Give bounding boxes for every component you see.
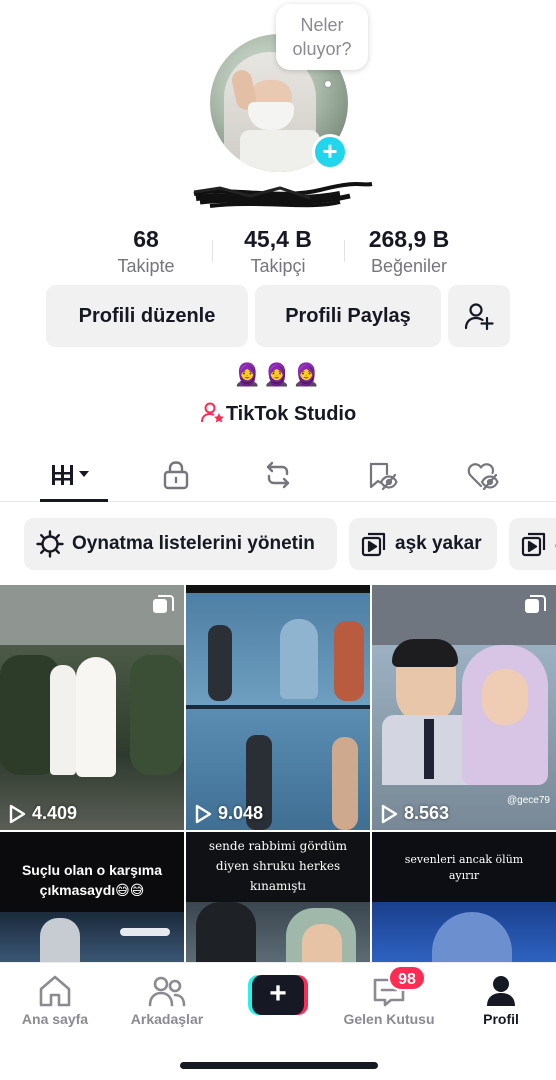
- nav-inbox-label: Gelen Kutusu: [343, 1011, 435, 1027]
- play-icon: [9, 804, 26, 823]
- playlist-label: aşk yakar: [395, 533, 482, 554]
- profile-tabs: [0, 448, 556, 502]
- nav-friends-label: Arkadaşlar: [130, 1011, 204, 1027]
- stat-divider: [344, 240, 345, 262]
- following-count: 68: [133, 226, 159, 252]
- status-bubble[interactable]: Neler oluyor?: [276, 4, 368, 70]
- gear-icon: [36, 530, 64, 558]
- home-icon: [39, 975, 71, 1007]
- playlist-chips: Oynatma listelerini yönetin aşk yakar a: [0, 518, 556, 570]
- bio-text: 🧕🧕🧕: [233, 362, 323, 387]
- view-count: 8.563: [380, 803, 449, 824]
- video-thumbnail[interactable]: 4.409: [0, 585, 184, 830]
- followers-count: 45,4 B: [244, 226, 312, 252]
- tab-liked[interactable]: [448, 454, 518, 496]
- stat-divider: [212, 240, 213, 262]
- view-count: 9.048: [194, 803, 263, 824]
- bookmark-eye-icon: [369, 462, 398, 490]
- create-button[interactable]: +: [248, 975, 308, 1015]
- likes-count: 268,9 B: [368, 226, 450, 252]
- tab-private[interactable]: [141, 454, 211, 496]
- bubble-text-line1: Neler: [300, 15, 344, 35]
- nav-home-label: Ana sayfa: [21, 1011, 89, 1027]
- play-icon: [195, 804, 212, 823]
- inbox-badge: 98: [388, 965, 426, 991]
- bubble-tail: [325, 81, 331, 87]
- nav-profile[interactable]: Profil: [446, 971, 556, 1027]
- likes-stat[interactable]: 268,9 B Beğeniler: [352, 224, 466, 278]
- lock-icon: [163, 461, 189, 490]
- add-friend-button[interactable]: [448, 285, 510, 347]
- multi-clip-icon: [152, 595, 174, 622]
- profile-icon: [487, 976, 515, 1006]
- video-thumbnail[interactable]: 9.048: [186, 585, 370, 830]
- followers-label: Takipçi: [250, 256, 306, 276]
- playlist-chip[interactable]: aşk yakar: [349, 518, 497, 570]
- nav-home[interactable]: Ana sayfa: [0, 971, 110, 1027]
- likes-label: Beğeniler: [370, 256, 448, 276]
- tab-videos[interactable]: [38, 454, 108, 496]
- studio-icon: [200, 402, 226, 432]
- active-tab-indicator: [40, 499, 108, 502]
- add-story-button[interactable]: +: [312, 134, 348, 170]
- tiktok-studio-link[interactable]: TikTok Studio: [0, 400, 556, 432]
- playlist-chip[interactable]: a: [509, 518, 556, 570]
- video-thumbnail[interactable]: sende rabbimi gördüm diyen shruku herkes…: [186, 832, 370, 963]
- manage-playlists-label: Oynatma listelerini yönetin: [72, 533, 315, 554]
- repost-icon: [266, 461, 290, 489]
- bubble-text-line2: oluyor?: [292, 39, 352, 59]
- heart-eye-icon: [467, 463, 499, 490]
- video-thumbnail[interactable]: @gece79 8.563: [372, 585, 556, 830]
- grid-icon: [52, 465, 89, 485]
- play-icon: [381, 804, 398, 823]
- video-thumbnail[interactable]: Suçlu olan o karşıma çıkmasaydı😅😅: [0, 832, 184, 963]
- share-profile-button[interactable]: Profili Paylaş: [255, 285, 441, 347]
- nav-friends[interactable]: Arkadaşlar: [112, 971, 222, 1027]
- playlist-icon: [361, 532, 386, 557]
- tab-favorites[interactable]: [347, 454, 417, 496]
- following-stat[interactable]: 68 Takipte: [96, 224, 196, 278]
- video-thumbnail[interactable]: sevenleri ancak ölüm ayırır: [372, 832, 556, 963]
- video-caption: Suçlu olan o karşıma çıkmasaydı😅😅: [21, 862, 163, 898]
- video-grid: 4.409 9.048 @gece79 8.563 Suçlu olan o k…: [0, 585, 556, 963]
- nav-profile-label: Profil: [483, 1011, 519, 1027]
- video-caption: sende rabbimi gördüm diyen shruku herkes…: [208, 839, 348, 893]
- tab-reposts[interactable]: [243, 454, 313, 496]
- plus-icon: +: [252, 975, 304, 1015]
- following-label: Takipte: [117, 256, 175, 276]
- edit-profile-button[interactable]: Profili düzenle: [46, 285, 248, 347]
- playlist-icon: [521, 532, 546, 557]
- friends-icon: [148, 976, 186, 1007]
- multi-clip-icon: [524, 595, 546, 622]
- video-caption: sevenleri ancak ölüm ayırır: [404, 853, 524, 882]
- studio-label: TikTok Studio: [225, 403, 357, 425]
- profile-stats: 68 Takipte 45,4 B Takipçi 268,9 B Beğeni…: [0, 224, 556, 282]
- view-count: 4.409: [8, 803, 77, 824]
- home-indicator: [180, 1062, 378, 1069]
- watermark: @gece79: [507, 795, 550, 806]
- manage-playlists-chip[interactable]: Oynatma listelerini yönetin: [24, 518, 337, 570]
- redacted-username: [193, 182, 373, 208]
- followers-stat[interactable]: 45,4 B Takipçi: [224, 224, 332, 278]
- add-user-icon: [464, 303, 494, 331]
